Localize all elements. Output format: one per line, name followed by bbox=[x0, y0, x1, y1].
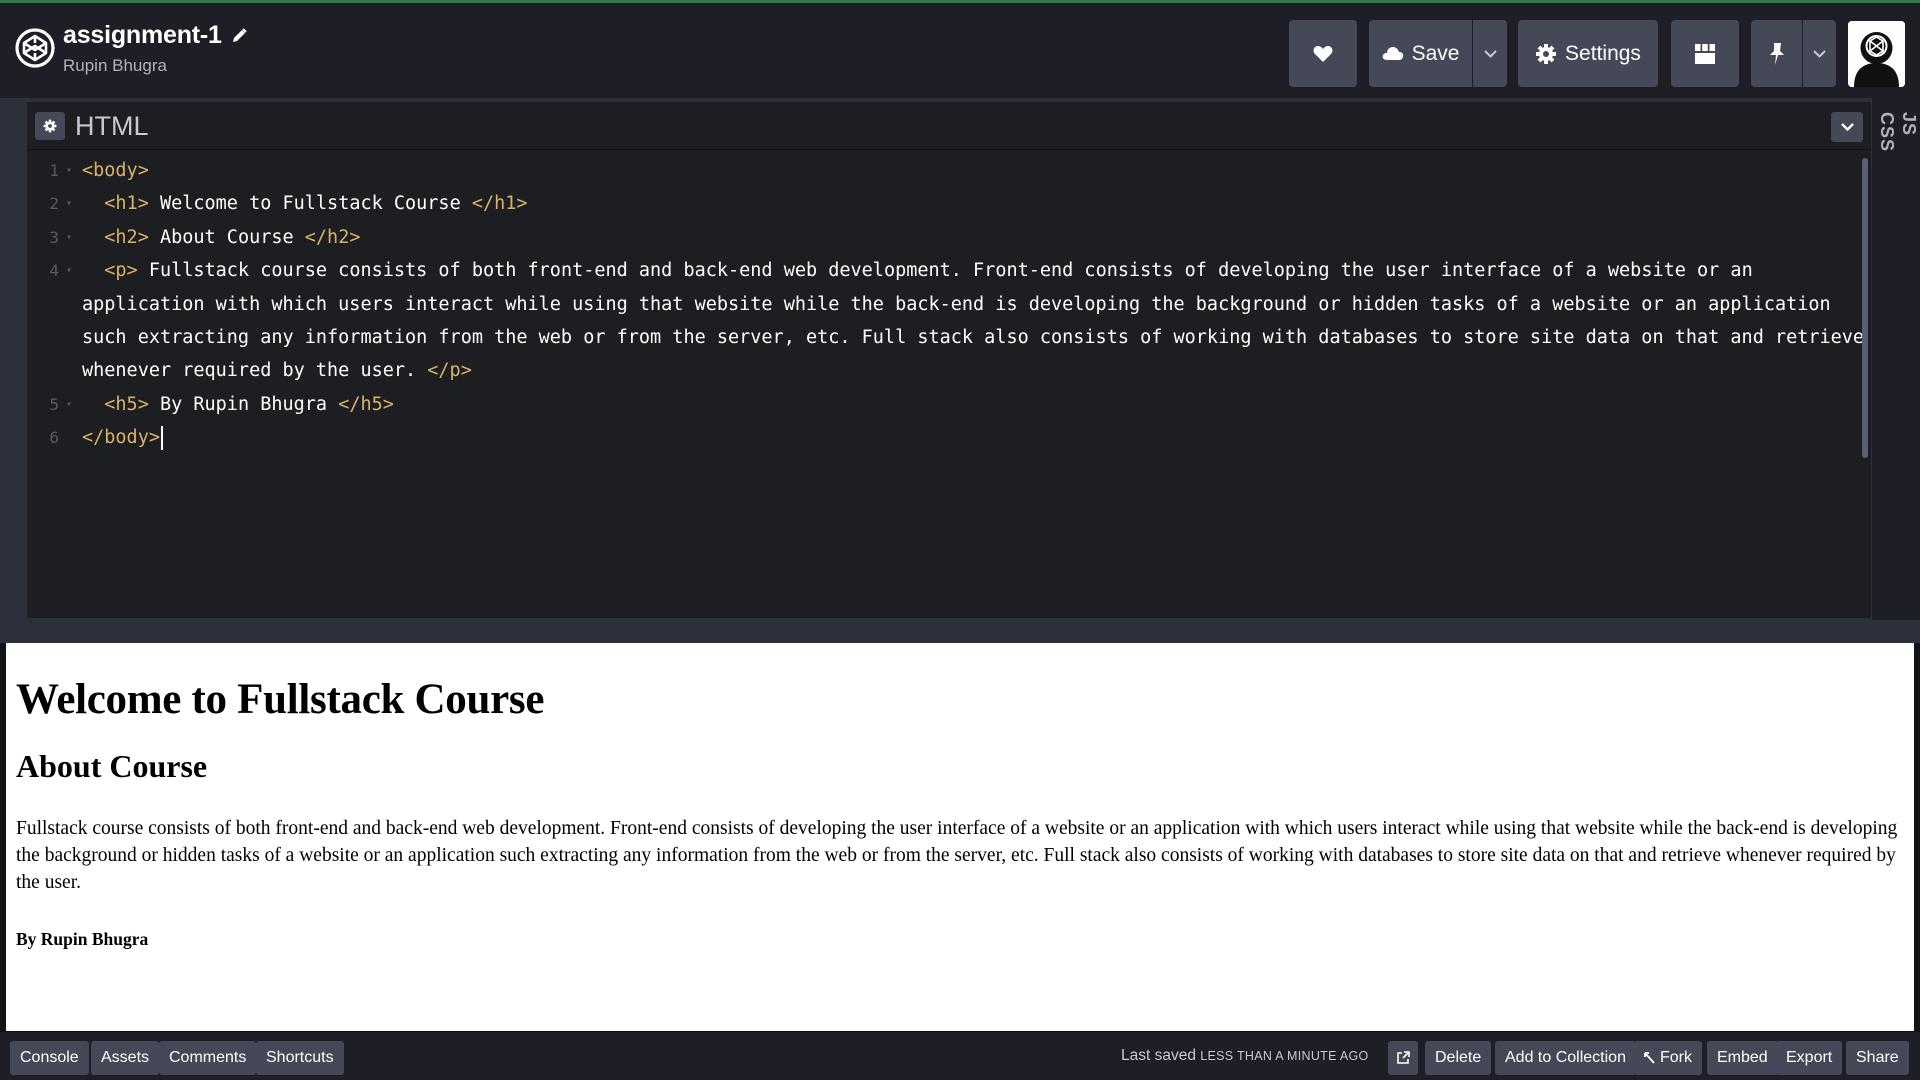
header: assignment-1 Rupin Bhugra Save Settings bbox=[0, 3, 1920, 98]
last-saved-time: LESS THAN A MINUTE AGO bbox=[1200, 1049, 1369, 1063]
line-number: 5 bbox=[49, 394, 59, 414]
pen-title[interactable]: assignment-1 bbox=[63, 21, 222, 50]
settings-button[interactable]: Settings bbox=[1518, 20, 1658, 87]
settings-label: Settings bbox=[1565, 41, 1641, 65]
like-button[interactable] bbox=[1289, 20, 1357, 87]
preview-paragraph: Fullstack course consists of both front-… bbox=[16, 818, 1898, 893]
code-tag: </p> bbox=[427, 360, 472, 382]
fold-arrow-icon[interactable]: ▾ bbox=[66, 187, 72, 220]
tab-css[interactable]: CSS bbox=[1876, 112, 1897, 152]
fold-arrow-icon[interactable]: ▾ bbox=[66, 221, 72, 254]
editor-menu-button[interactable] bbox=[1831, 112, 1863, 142]
code-line[interactable]: 5 ▾ <h5> By Rupin Bhugra </h5> bbox=[27, 388, 1871, 421]
code-line[interactable]: 4 ▾ <p> Fullstack course consists of both… bbox=[27, 254, 1871, 388]
add-to-collection-button[interactable]: Add to Collection bbox=[1495, 1041, 1636, 1075]
line-number: 2 bbox=[49, 194, 59, 214]
code-tag: <p> bbox=[104, 260, 138, 282]
html-editor-panel: HTML 1 ▾ <body> 2 ▾ <h1> Welcome to Fullstac… bbox=[27, 102, 1871, 618]
last-saved-label: Last saved bbox=[1121, 1047, 1196, 1064]
chevron-down-icon bbox=[1813, 49, 1826, 58]
line-number: 3 bbox=[49, 227, 59, 247]
code-line[interactable]: 1 ▾ <body> bbox=[27, 154, 1871, 187]
collapsed-editors: CSS JS bbox=[1872, 98, 1920, 643]
code-area[interactable]: 1 ▾ <body> 2 ▾ <h1> Welcome to Fullstack Cou… bbox=[27, 154, 1871, 455]
heart-icon bbox=[1313, 45, 1333, 62]
footer-bar: Console Assets Comments Shortcuts Last s… bbox=[0, 1031, 1920, 1080]
fork-button[interactable]: Fork bbox=[1634, 1041, 1702, 1075]
last-saved-status: Last saved LESS THAN A MINUTE AGO bbox=[1121, 1047, 1369, 1065]
code-tag: </body> bbox=[82, 427, 160, 449]
code-tag: <h5> bbox=[104, 393, 149, 415]
fork-icon bbox=[1644, 1052, 1655, 1064]
line-number: 4 bbox=[49, 261, 59, 281]
fold-arrow-icon[interactable]: ▾ bbox=[66, 254, 72, 287]
external-link-icon bbox=[1397, 1051, 1410, 1064]
open-new-window-button[interactable] bbox=[1388, 1041, 1418, 1075]
comments-button[interactable]: Comments bbox=[159, 1041, 257, 1075]
delete-button[interactable]: Delete bbox=[1425, 1041, 1492, 1075]
gear-icon bbox=[43, 119, 57, 133]
pin-icon bbox=[1769, 42, 1784, 65]
code-text: By Rupin Bhugra bbox=[148, 393, 339, 415]
export-button[interactable]: Export bbox=[1776, 1041, 1843, 1075]
code-text: About Course bbox=[148, 226, 305, 248]
editor-scrollbar[interactable] bbox=[1862, 158, 1868, 458]
line-number: 1 bbox=[49, 161, 59, 180]
save-label: Save bbox=[1411, 41, 1460, 65]
code-line[interactable]: 6 </body> bbox=[27, 421, 1871, 454]
pen-author[interactable]: Rupin Bhugra bbox=[63, 56, 248, 76]
console-button[interactable]: Console bbox=[10, 1041, 89, 1075]
shortcuts-button[interactable]: Shortcuts bbox=[256, 1041, 344, 1075]
text-cursor bbox=[160, 426, 163, 451]
code-line[interactable]: 3 ▾ <h2> About Course </h2> bbox=[27, 221, 1871, 254]
result-preview: Welcome to Fullstack Course About Course… bbox=[6, 643, 1914, 1031]
pin-options-dropdown[interactable] bbox=[1803, 20, 1836, 87]
code-text: Fullstack course consists of both front-… bbox=[82, 260, 1876, 382]
pen-title-block: assignment-1 Rupin Bhugra bbox=[63, 21, 248, 76]
preview-heading-2: About Course bbox=[16, 748, 208, 784]
editor-area: HTML 1 ▾ <body> 2 ▾ <h1> Welcome to Fullstac… bbox=[0, 98, 1920, 643]
resize-handle[interactable] bbox=[0, 620, 1920, 643]
layout-icon bbox=[1695, 43, 1715, 64]
change-view-button[interactable] bbox=[1671, 20, 1739, 87]
fold-arrow-icon[interactable]: ▾ bbox=[66, 154, 72, 187]
embed-button[interactable]: Embed bbox=[1707, 1041, 1778, 1075]
gear-icon bbox=[1536, 43, 1557, 64]
editor-settings-button[interactable] bbox=[35, 112, 65, 140]
code-tag: <h2> bbox=[104, 226, 149, 248]
edit-pencil-icon[interactable] bbox=[230, 27, 248, 45]
preview-edge bbox=[1914, 643, 1920, 1031]
editor-header: HTML bbox=[27, 102, 1871, 150]
code-text: Welcome to Fullstack Course bbox=[148, 193, 472, 215]
preview-heading-5: By Rupin Bhugra bbox=[16, 929, 149, 949]
code-tag: </h2> bbox=[304, 226, 361, 248]
user-avatar[interactable] bbox=[1848, 21, 1905, 87]
editor-title: HTML bbox=[75, 111, 149, 141]
codepen-logo-icon[interactable] bbox=[14, 27, 56, 69]
line-number: 6 bbox=[49, 428, 59, 448]
code-tag: <body> bbox=[82, 160, 149, 181]
code-line[interactable]: 2 ▾ <h1> Welcome to Fullstack Course </h1… bbox=[27, 187, 1871, 220]
fork-label: Fork bbox=[1660, 1049, 1692, 1066]
save-button[interactable]: Save bbox=[1369, 20, 1472, 87]
preview-heading-1: Welcome to Fullstack Course bbox=[16, 676, 545, 723]
chevron-down-icon bbox=[1483, 49, 1497, 58]
code-tag: </h5> bbox=[338, 393, 394, 415]
share-button[interactable]: Share bbox=[1846, 1041, 1909, 1075]
pen-title-row: assignment-1 bbox=[63, 21, 248, 50]
tab-js[interactable]: JS bbox=[1898, 112, 1919, 136]
assets-button[interactable]: Assets bbox=[91, 1041, 160, 1075]
save-options-dropdown[interactable] bbox=[1473, 20, 1507, 87]
code-tag: </h1> bbox=[471, 193, 528, 215]
fold-arrow-icon[interactable]: ▾ bbox=[66, 388, 72, 421]
cloud-icon bbox=[1382, 47, 1403, 60]
code-tag: <h1> bbox=[104, 193, 149, 215]
pin-button[interactable] bbox=[1751, 20, 1802, 87]
chevron-down-icon bbox=[1840, 123, 1854, 131]
